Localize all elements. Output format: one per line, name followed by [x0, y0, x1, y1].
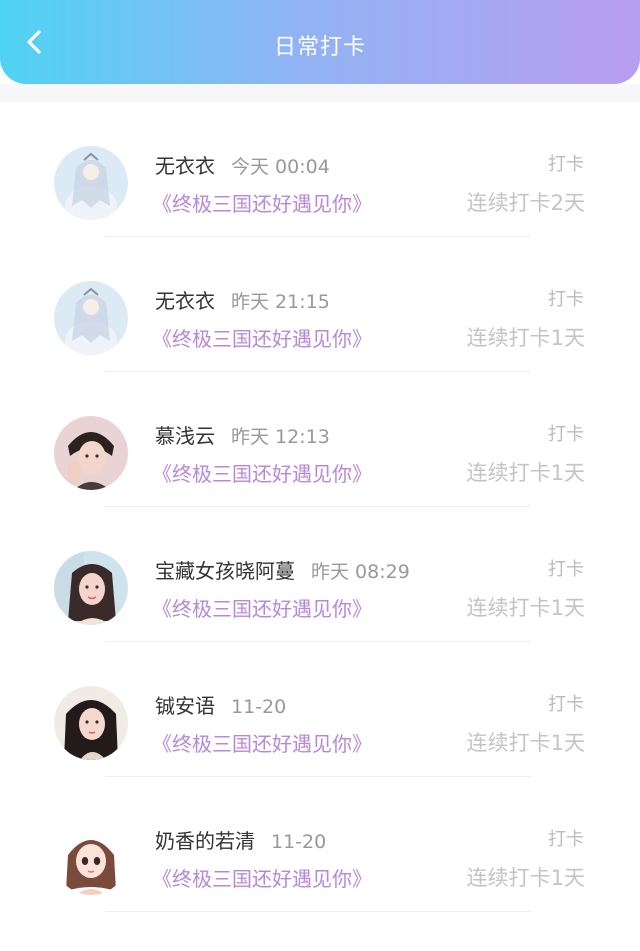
game-link[interactable]: 《终极三国还好遇见你》: [152, 458, 372, 487]
list-item[interactable]: 铖安语 11-20 《终极三国还好遇见你》 打卡 连续打卡1天: [0, 642, 640, 777]
checkin-type-label: 打卡: [548, 154, 584, 175]
divider: [105, 911, 530, 912]
list-item[interactable]: 无衣衣 今天 00:04 《终极三国还好遇见你》 打卡 连续打卡2天: [0, 102, 640, 237]
checkin-type-label: 打卡: [548, 694, 584, 715]
checkin-type-label: 打卡: [548, 289, 584, 310]
avatar[interactable]: [54, 821, 128, 895]
list-item[interactable]: 无衣衣 昨天 21:15 《终极三国还好遇见你》 打卡 连续打卡1天: [0, 237, 640, 372]
avatar-image: [54, 686, 128, 760]
checkin-time: 11-20: [271, 831, 327, 853]
avatar[interactable]: [54, 281, 128, 355]
user-name[interactable]: 奶香的若清 11-20: [155, 825, 326, 854]
streak-label: 连续打卡1天: [466, 596, 585, 620]
avatar[interactable]: [54, 686, 128, 760]
header-bar: 日常打卡: [0, 0, 640, 84]
avatar[interactable]: [54, 551, 128, 625]
checkin-time: 今天 00:04: [231, 156, 330, 178]
checkin-list: 无衣衣 今天 00:04 《终极三国还好遇见你》 打卡 连续打卡2天 无衣衣 昨天 …: [0, 102, 640, 912]
checkin-time: 昨天 21:15: [231, 291, 330, 313]
user-name[interactable]: 铖安语 11-20: [155, 690, 286, 719]
checkin-time: 昨天 12:13: [231, 426, 330, 448]
game-link[interactable]: 《终极三国还好遇见你》: [152, 728, 372, 757]
game-link[interactable]: 《终极三国还好遇见你》: [152, 323, 372, 352]
user-name[interactable]: 慕浅云 昨天 12:13: [155, 420, 330, 449]
streak-label: 连续打卡1天: [466, 866, 585, 890]
streak-label: 连续打卡1天: [466, 731, 585, 755]
avatar[interactable]: [54, 146, 128, 220]
avatar[interactable]: [54, 416, 128, 490]
list-item[interactable]: 慕浅云 昨天 12:13 《终极三国还好遇见你》 打卡 连续打卡1天: [0, 372, 640, 507]
game-link[interactable]: 《终极三国还好遇见你》: [152, 863, 372, 892]
game-link[interactable]: 《终极三国还好遇见你》: [152, 188, 372, 217]
checkin-type-label: 打卡: [548, 829, 584, 850]
header-shadow-strip: [0, 84, 640, 102]
checkin-time: 11-20: [231, 696, 287, 718]
avatar-image: [54, 146, 128, 220]
checkin-time: 昨天 08:29: [311, 561, 410, 583]
avatar-image: [54, 551, 128, 625]
user-name[interactable]: 宝藏女孩晓阿蔓 昨天 08:29: [155, 555, 410, 584]
list-item[interactable]: 奶香的若清 11-20 《终极三国还好遇见你》 打卡 连续打卡1天: [0, 777, 640, 912]
streak-label: 连续打卡1天: [466, 326, 585, 350]
user-name[interactable]: 无衣衣 昨天 21:15: [155, 285, 330, 314]
avatar-image: [54, 821, 128, 895]
avatar-image: [54, 416, 128, 490]
streak-label: 连续打卡1天: [466, 461, 585, 485]
user-name[interactable]: 无衣衣 今天 00:04: [155, 150, 330, 179]
checkin-type-label: 打卡: [548, 559, 584, 580]
streak-label: 连续打卡2天: [466, 191, 585, 215]
avatar-image: [54, 281, 128, 355]
checkin-type-label: 打卡: [548, 424, 584, 445]
list-item[interactable]: 宝藏女孩晓阿蔓 昨天 08:29 《终极三国还好遇见你》 打卡 连续打卡1天: [0, 507, 640, 642]
game-link[interactable]: 《终极三国还好遇见你》: [152, 593, 372, 622]
